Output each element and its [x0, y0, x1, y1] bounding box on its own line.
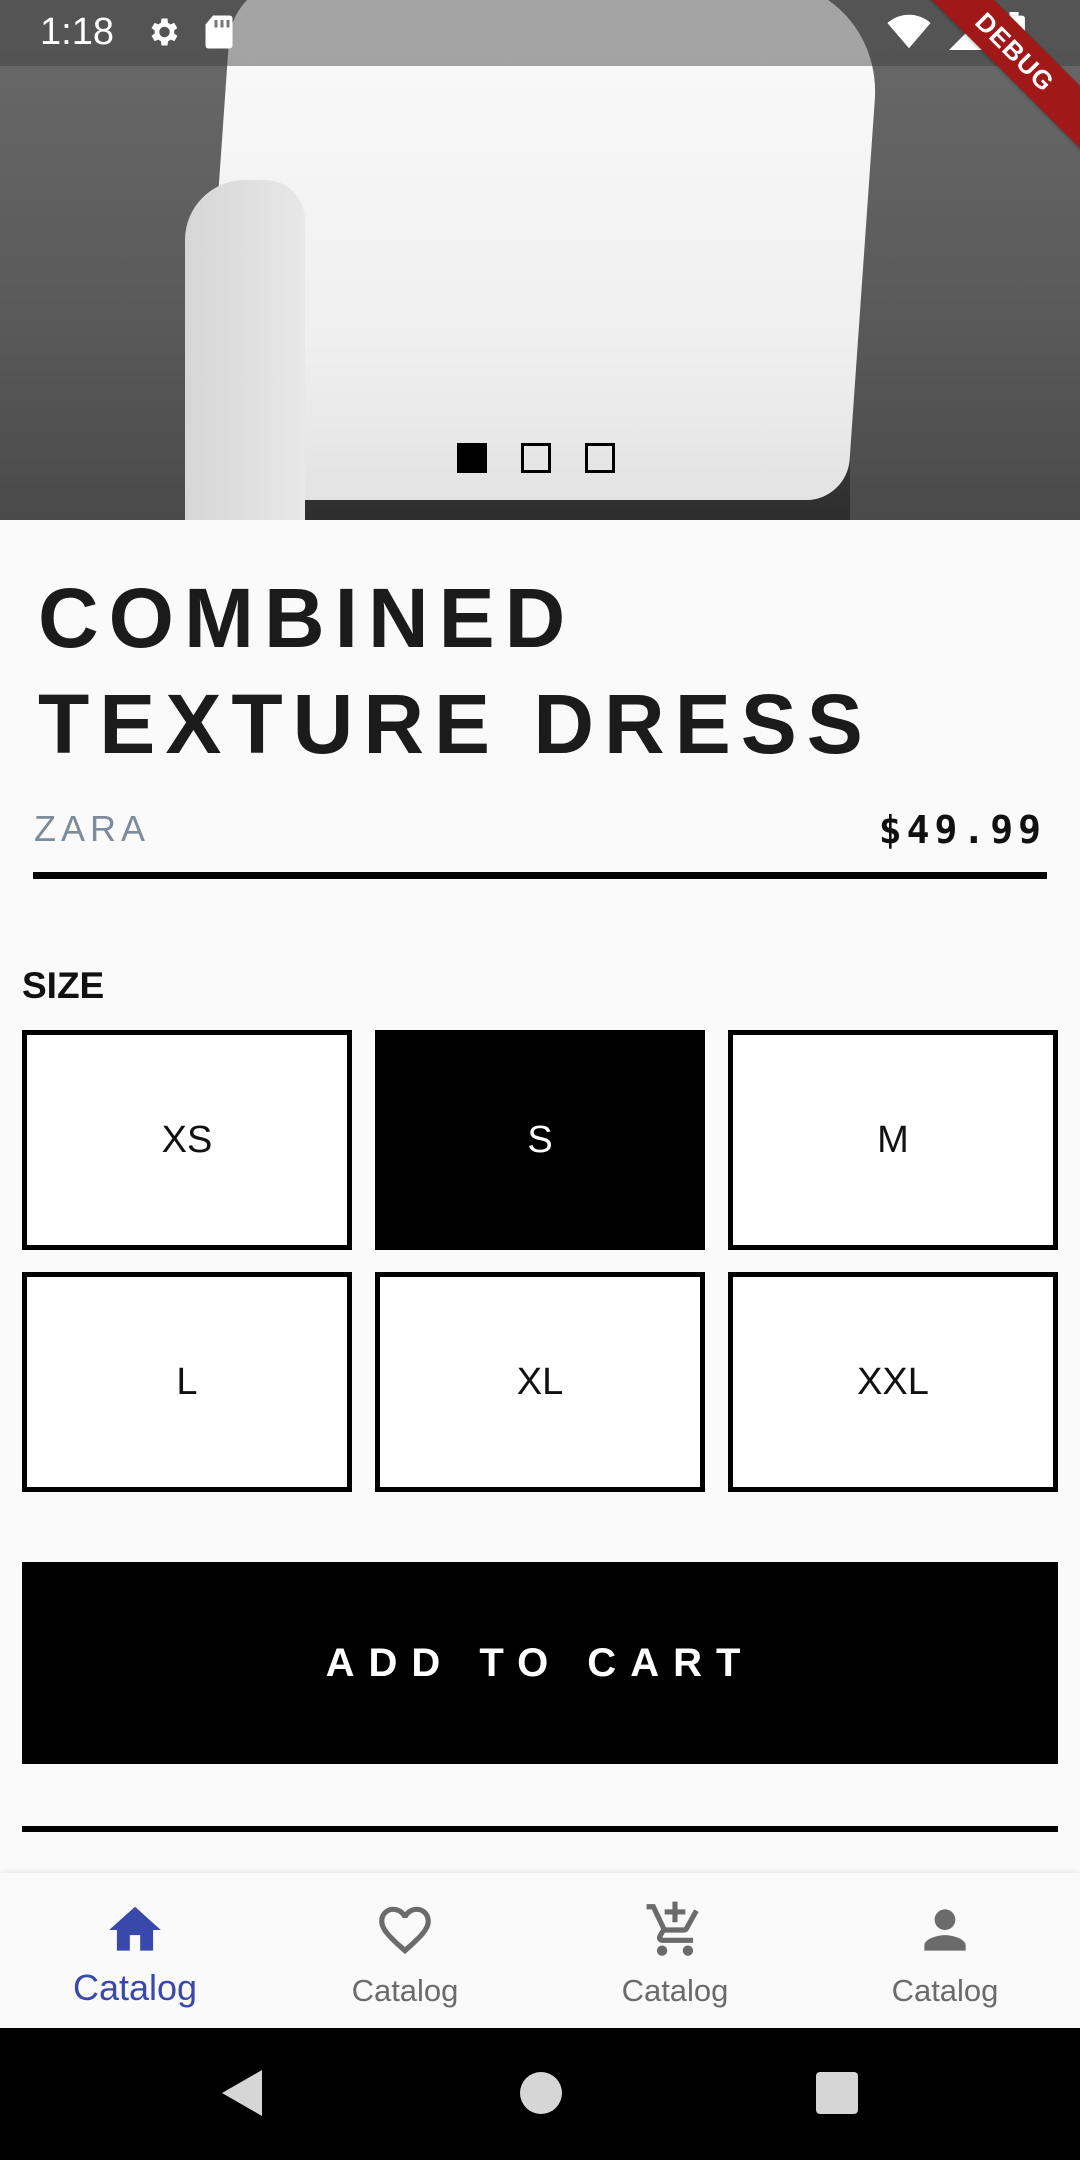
home-icon	[104, 1899, 166, 1961]
size-section-label: SIZE	[22, 965, 105, 1006]
bottom-navigation-bar: Catalog Catalog Catalog Catalog	[0, 1873, 1080, 2028]
status-bar: 1:18 DEBUG	[0, 0, 1080, 153]
brand-price-row: ZARA $49.99	[34, 808, 1046, 868]
home-circle-icon[interactable]	[520, 2072, 562, 2114]
system-navigation-bar	[0, 2028, 1080, 2160]
nav-item-catalog-profile[interactable]: Catalog	[810, 1873, 1080, 2028]
carousel-page-indicator	[457, 443, 615, 473]
product-title-line: COMBINED	[38, 571, 576, 665]
size-option-l[interactable]: L	[22, 1272, 352, 1492]
carousel-dot-1[interactable]	[457, 443, 487, 473]
nav-item-label: Catalog	[351, 1973, 459, 2008]
divider	[22, 1826, 1058, 1832]
carousel-dot-3[interactable]	[585, 443, 615, 473]
nav-item-label: Catalog	[72, 1967, 198, 2008]
nav-item-catalog-home[interactable]: Catalog	[0, 1873, 270, 2028]
nav-item-label: Catalog	[621, 1973, 729, 2008]
divider	[33, 872, 1047, 879]
nav-item-catalog-cart[interactable]: Catalog	[540, 1873, 810, 2028]
sd-card-icon	[203, 14, 235, 60]
back-triangle-icon[interactable]	[218, 2068, 264, 2123]
size-option-xs[interactable]: XS	[22, 1030, 352, 1250]
size-option-s[interactable]: S	[375, 1030, 705, 1250]
size-option-xxl[interactable]: XXL	[728, 1272, 1058, 1492]
wifi-icon	[887, 14, 931, 60]
product-image-carousel[interactable]	[0, 0, 1080, 520]
product-title-line: TEXTURE DRESS	[38, 677, 873, 771]
brand-name: ZARA	[34, 808, 151, 849]
nav-item-label: Catalog	[891, 1973, 999, 2008]
recent-apps-square-icon[interactable]	[816, 2072, 858, 2114]
person-icon	[914, 1899, 976, 1961]
add-to-cart-button[interactable]: ADD TO CART	[22, 1562, 1058, 1764]
add-shopping-cart-icon	[644, 1899, 706, 1961]
settings-gear-icon	[145, 14, 181, 60]
heart-outline-icon	[374, 1899, 436, 1961]
carousel-dot-2[interactable]	[521, 443, 551, 473]
size-option-m[interactable]: M	[728, 1030, 1058, 1250]
product-title: COMBINED TEXTURE DRESS	[38, 565, 1038, 777]
size-option-xl[interactable]: XL	[375, 1272, 705, 1492]
product-price: $49.99	[878, 808, 1046, 852]
status-time: 1:18	[40, 11, 114, 53]
size-grid: XS S M L XL XXL	[22, 1030, 1058, 1492]
image-arm-shape	[185, 180, 305, 520]
nav-item-catalog-favorites[interactable]: Catalog	[270, 1873, 540, 2028]
